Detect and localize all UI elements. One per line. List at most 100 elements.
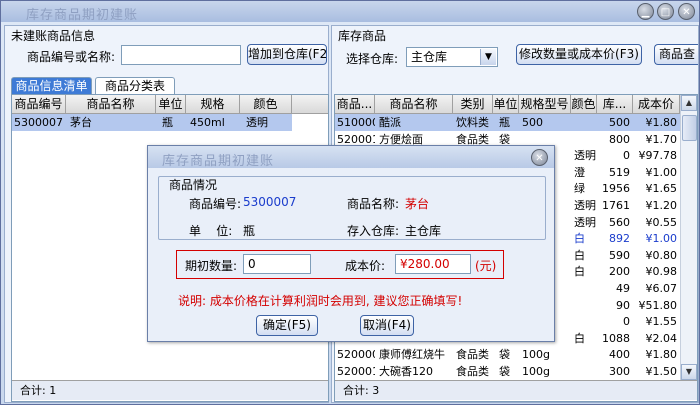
qty-input[interactable]: 0 [243,254,311,274]
cell-name: 茅台 [70,116,92,129]
cell-color: 透明 [574,149,596,163]
scroll-down-icon[interactable]: ▼ [681,364,697,380]
cell-color: 白 [574,232,585,246]
cell-code: 5200005 [337,348,375,362]
qty-label: 期初数量: [185,259,238,273]
cell-cat: 食品类 [456,365,489,378]
cell-cost: ¥2.04 [645,331,678,345]
minimize-icon[interactable]: ▁ [637,3,654,20]
cell-color [571,363,597,380]
cell-cost: ¥51.80 [638,298,678,312]
cell-qty: 49 [616,282,630,295]
cost-unit: (元) [475,259,497,273]
column-header[interactable]: 商品名称 [66,95,156,113]
column-header[interactable]: 单位 [156,95,186,113]
cell-cost: ¥97.78 [638,149,678,163]
left-panel-title: 未建账商品信息 [11,29,96,43]
maximize-icon[interactable]: □ [657,3,674,20]
vertical-scrollbar[interactable]: ▲ ▼ [680,95,697,380]
column-header[interactable]: 单位 [493,95,519,113]
table-row[interactable]: 5100006 酷派 饮料类瓶 500 500 ¥1.80 [335,114,680,131]
cell-cost: ¥6.07 [645,282,678,295]
code-value: 5300007 [243,195,297,209]
dialog-close-icon[interactable]: ✕ [531,149,548,166]
search-input[interactable] [121,45,241,65]
dialog-title-bar[interactable]: 库存商品期初建账 ✕ [148,146,554,169]
cell-unit: 袋 [499,348,510,362]
search-label: 商品编号或名称: [27,50,116,64]
cell-qty: 892 [609,232,630,246]
name-value: 茅台 [405,197,430,211]
cell-name: 酷派 [379,116,401,129]
column-header[interactable]: 颜色 [240,95,292,113]
cell-qty: 0 [623,149,630,163]
cell-color [571,297,597,314]
column-header[interactable]: 规格型号 [519,95,571,113]
cell-color [571,346,597,363]
cell-color [571,114,597,131]
column-header[interactable]: 类别 [453,95,493,113]
tab-goods-list[interactable]: 商品信息清单 [11,77,92,94]
cell-unit: 瓶 [499,116,510,129]
close-icon[interactable]: ✕ [678,3,695,20]
cost-input[interactable]: ¥280.00 [395,254,471,274]
code-label: 商品编号: [189,197,242,211]
title-bar[interactable]: 库存商品期初建账 ▁ □ ✕ [1,1,699,23]
cell-code: 5200011 [337,365,375,378]
column-header[interactable]: 规格 [186,95,240,113]
cell-qty: 1088 [602,331,630,345]
opening-entry-dialog: 库存商品期初建账 ✕ 商品情况 商品编号: 5300007 商品名称: 茅台 单… [147,145,555,342]
tab-goods-categories[interactable]: 商品分类表 [95,77,175,94]
cell-cat: 食品类 [456,348,489,362]
cell-color: 白 [574,331,585,345]
chevron-down-icon[interactable]: ▼ [480,49,496,65]
cell-color: 透明 [574,199,596,212]
cell-code: 5100006 [337,116,375,129]
group-title: 商品情况 [169,178,218,192]
table-header: 商品... 商品名称 类别 单位 规格型号 颜色 库... 成本价 [335,95,680,114]
column-header[interactable]: 商品编号 [12,95,66,113]
cell-qty: 1761 [602,199,630,212]
cell-qty: 200 [609,265,630,279]
scroll-thumb[interactable] [682,115,697,141]
cell-cost: ¥1.50 [645,365,678,378]
cell-cat: 饮料类 [456,116,489,129]
cancel-button[interactable]: 取消(F4) [360,315,414,336]
table-row[interactable]: 5300007 茅台 瓶 450ml 透明 [12,114,292,131]
cell-cost: ¥1.80 [645,116,678,129]
confirm-button[interactable]: 确定(F5) [256,315,318,336]
modify-qty-cost-button[interactable]: 修改数量或成本价(F3) [516,44,642,65]
cell-cost: ¥0.98 [645,265,678,279]
cell-qty: 519 [609,165,630,179]
column-header[interactable]: 商品名称 [375,95,453,113]
column-header[interactable]: 颜色 [571,95,597,113]
cell-color: 绿 [574,182,585,196]
right-footer-total: 合计: 3 [335,380,697,400]
warehouse-select[interactable]: 主仓库 ▼ [406,47,498,67]
cost-label: 成本价: [345,259,386,273]
column-header[interactable]: 成本价 [633,95,680,113]
add-to-warehouse-button[interactable]: 增加到仓库(F2) [247,44,327,65]
warehouse-select-value: 主仓库 [411,50,448,64]
name-label: 商品名称: [347,197,400,211]
main-window: 库存商品期初建账 ▁ □ ✕ 未建账商品信息 商品编号或名称: 增加到仓库(F2… [0,0,700,405]
column-header[interactable]: 商品... [335,95,375,113]
right-panel-title: 库存商品 [338,29,387,43]
cell-color [571,313,597,330]
scroll-up-icon[interactable]: ▲ [681,95,697,111]
cell-spec: 100g [522,348,550,362]
cell-spec: 100g [522,365,550,378]
cell-cost: ¥1.70 [645,132,678,146]
goods-info-group: 商品情况 商品编号: 5300007 商品名称: 茅台 单 位: 瓶 存入仓库:… [158,176,546,240]
table-header: 商品编号 商品名称 单位 规格 颜色 [12,95,328,114]
table-row[interactable]: 5200011 大碗香120 食品类袋 100g 300 ¥1.50 [335,363,680,380]
cell-name: 康师傅红烧牛 [379,348,445,362]
cell-qty: 300 [609,365,630,378]
cell-qty: 90 [616,298,630,312]
cell-cost: ¥0.80 [645,248,678,262]
goods-query-button[interactable]: 商品查 [654,44,698,65]
cell-qty: 0 [623,315,630,329]
table-row[interactable]: 5200005 康师傅红烧牛食品类袋 100g 400 ¥1.80 [335,346,680,363]
dialog-title: 库存商品期初建账 [162,154,275,169]
column-header[interactable]: 库... [597,95,633,113]
